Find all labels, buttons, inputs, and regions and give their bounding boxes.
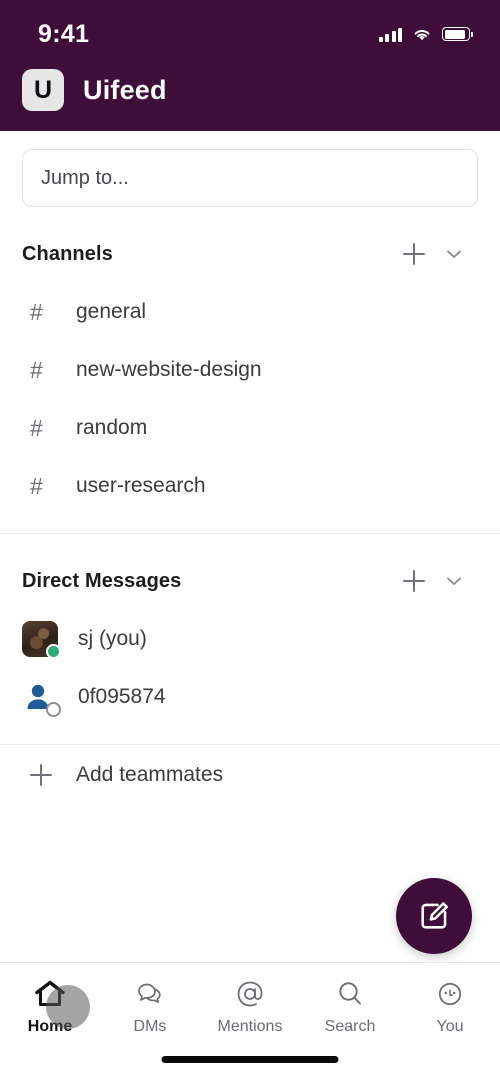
presence-online-indicator <box>46 644 61 659</box>
add-teammates-label: Add teammates <box>76 763 224 786</box>
new-dm-button[interactable] <box>394 561 434 601</box>
compose-button[interactable] <box>396 878 472 954</box>
channel-name: new-website-design <box>76 358 262 381</box>
dm-name: 0f095874 <box>78 685 166 708</box>
plus-icon <box>403 570 425 592</box>
add-channel-button[interactable] <box>394 234 434 274</box>
plus-icon <box>30 764 64 786</box>
workspace-name: Uifeed <box>83 74 167 105</box>
dm-name: sj (you) <box>78 627 147 650</box>
hash-icon: # <box>30 356 43 383</box>
tab-label: Search <box>324 1018 376 1035</box>
collapse-dms-button[interactable] <box>434 561 474 601</box>
workspace-header[interactable]: U Uifeed <box>0 54 500 126</box>
magnifier-icon <box>334 977 366 1011</box>
mouse-cursor-indicator <box>46 985 90 1029</box>
tab-label: You <box>436 1018 464 1035</box>
dm-row-self[interactable]: sj (you) <box>0 610 500 668</box>
chevron-down-icon <box>444 244 464 264</box>
slack-mobile-screen: 9:41 U Uifeed Channels <box>0 0 500 1080</box>
collapse-channels-button[interactable] <box>434 234 474 274</box>
add-teammates-row[interactable]: Add teammates <box>0 745 500 805</box>
channel-name: user-research <box>76 474 206 497</box>
plus-icon <box>403 243 425 265</box>
home-indicator <box>161 1056 339 1063</box>
channel-row-new-website-design[interactable]: # new-website-design <box>0 341 500 399</box>
search-section <box>0 131 500 207</box>
avatar <box>22 621 61 659</box>
cellular-signal-icon <box>378 27 402 42</box>
tab-label: Mentions <box>217 1018 283 1035</box>
channel-row-random[interactable]: # random <box>0 399 500 457</box>
chat-bubbles-icon <box>134 977 166 1011</box>
dm-row-user[interactable]: 0f095874 <box>0 668 500 726</box>
dm-title: Direct Messages <box>22 569 182 592</box>
hash-icon: # <box>30 298 43 325</box>
tab-you[interactable]: You <box>400 977 500 1036</box>
channel-name: general <box>76 300 147 323</box>
chevron-down-icon <box>444 571 464 591</box>
status-bar: 9:41 <box>0 0 500 54</box>
tab-dms[interactable]: DMs <box>100 977 200 1036</box>
battery-icon <box>442 27 473 41</box>
jump-to-box[interactable] <box>22 149 478 207</box>
compose-pencil-icon <box>421 902 449 929</box>
channel-row-user-research[interactable]: # user-research <box>0 457 500 515</box>
tab-label: DMs <box>133 1018 167 1035</box>
tab-mentions[interactable]: Mentions <box>200 977 300 1036</box>
presence-offline-indicator <box>46 702 61 717</box>
avatar <box>22 679 61 717</box>
channel-row-general[interactable]: # general <box>0 283 500 341</box>
hash-icon: # <box>30 472 43 499</box>
app-header: 9:41 U Uifeed <box>0 0 500 131</box>
face-avatar-icon <box>434 977 466 1011</box>
tab-search[interactable]: Search <box>300 977 400 1036</box>
status-icons <box>378 26 473 42</box>
channels-section-header: Channels <box>0 225 500 283</box>
channels-title: Channels <box>22 242 113 265</box>
at-sign-icon <box>234 977 266 1011</box>
dm-section-header: Direct Messages <box>0 552 500 610</box>
section-divider <box>0 533 500 534</box>
channel-name: random <box>76 416 148 439</box>
search-input[interactable] <box>41 166 459 190</box>
hash-icon: # <box>30 414 43 441</box>
status-time: 9:41 <box>38 19 90 48</box>
workspace-logo: U <box>22 69 64 111</box>
wifi-icon <box>414 30 430 41</box>
